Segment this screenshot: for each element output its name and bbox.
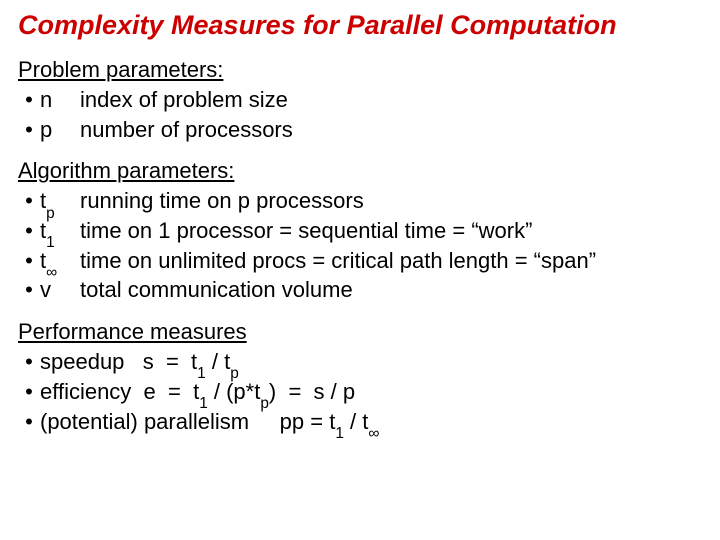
list-item: • n index of problem size — [18, 85, 702, 115]
param-desc: total communication volume — [80, 275, 702, 305]
section-heading-performance: Performance measures — [18, 319, 702, 345]
bullet-icon: • — [18, 246, 40, 276]
text-sub: 1 — [335, 425, 344, 442]
param-symbol: tp — [40, 186, 80, 216]
bullet-icon: • — [18, 377, 40, 407]
bullet-icon: • — [18, 347, 40, 377]
list-item: • t∞ time on unlimited procs = critical … — [18, 246, 702, 276]
algorithm-bullets: • tp running time on p processors • t1 t… — [18, 186, 702, 305]
bullet-icon: • — [18, 85, 40, 115]
section-heading-algorithm: Algorithm parameters: — [18, 158, 702, 184]
list-item: • speedup s = t1 / tp — [18, 347, 702, 377]
text-fragment: ) = s / p — [269, 379, 355, 404]
text-fragment: / t — [206, 349, 230, 374]
text-sub: 1 — [197, 365, 206, 382]
slide-title: Complexity Measures for Parallel Computa… — [18, 10, 702, 41]
param-desc: time on unlimited procs = critical path … — [80, 246, 702, 276]
slide: Complexity Measures for Parallel Computa… — [0, 0, 720, 540]
bullet-icon: • — [18, 275, 40, 305]
measure-text: (potential) parallelism pp = t1 / t∞ — [40, 407, 379, 437]
bullet-icon: • — [18, 407, 40, 437]
text-sub: ∞ — [368, 425, 379, 442]
param-symbol: p — [40, 115, 80, 145]
param-sub: 1 — [46, 234, 55, 251]
bullet-icon: • — [18, 115, 40, 145]
text-sub: p — [260, 395, 269, 412]
list-item: • tp running time on p processors — [18, 186, 702, 216]
performance-bullets: • speedup s = t1 / tp • efficiency e = t… — [18, 347, 702, 436]
param-sub: ∞ — [46, 264, 57, 281]
bullet-icon: • — [18, 216, 40, 246]
param-desc: running time on p processors — [80, 186, 702, 216]
text-fragment: / t — [344, 409, 368, 434]
param-desc: index of problem size — [80, 85, 702, 115]
text-fragment: (potential) parallelism pp = t — [40, 409, 335, 434]
list-item: • v total communication volume — [18, 275, 702, 305]
text-fragment: speedup s = t — [40, 349, 197, 374]
measure-text: speedup s = t1 / tp — [40, 347, 239, 377]
param-desc: number of processors — [80, 115, 702, 145]
param-desc: time on 1 processor = sequential time = … — [80, 216, 702, 246]
param-sub: p — [46, 205, 55, 222]
list-item: • t1 time on 1 processor = sequential ti… — [18, 216, 702, 246]
text-sub: p — [230, 365, 239, 382]
list-item: • efficiency e = t1 / (p*tp) = s / p — [18, 377, 702, 407]
problem-bullets: • n index of problem size • p number of … — [18, 85, 702, 144]
section-heading-problem: Problem parameters: — [18, 57, 702, 83]
bullet-icon: • — [18, 186, 40, 216]
list-item: • (potential) parallelism pp = t1 / t∞ — [18, 407, 702, 437]
list-item: • p number of processors — [18, 115, 702, 145]
text-fragment: efficiency e = t — [40, 379, 199, 404]
param-symbol: n — [40, 85, 80, 115]
text-sub: 1 — [199, 395, 208, 412]
text-fragment: / (p*t — [208, 379, 261, 404]
